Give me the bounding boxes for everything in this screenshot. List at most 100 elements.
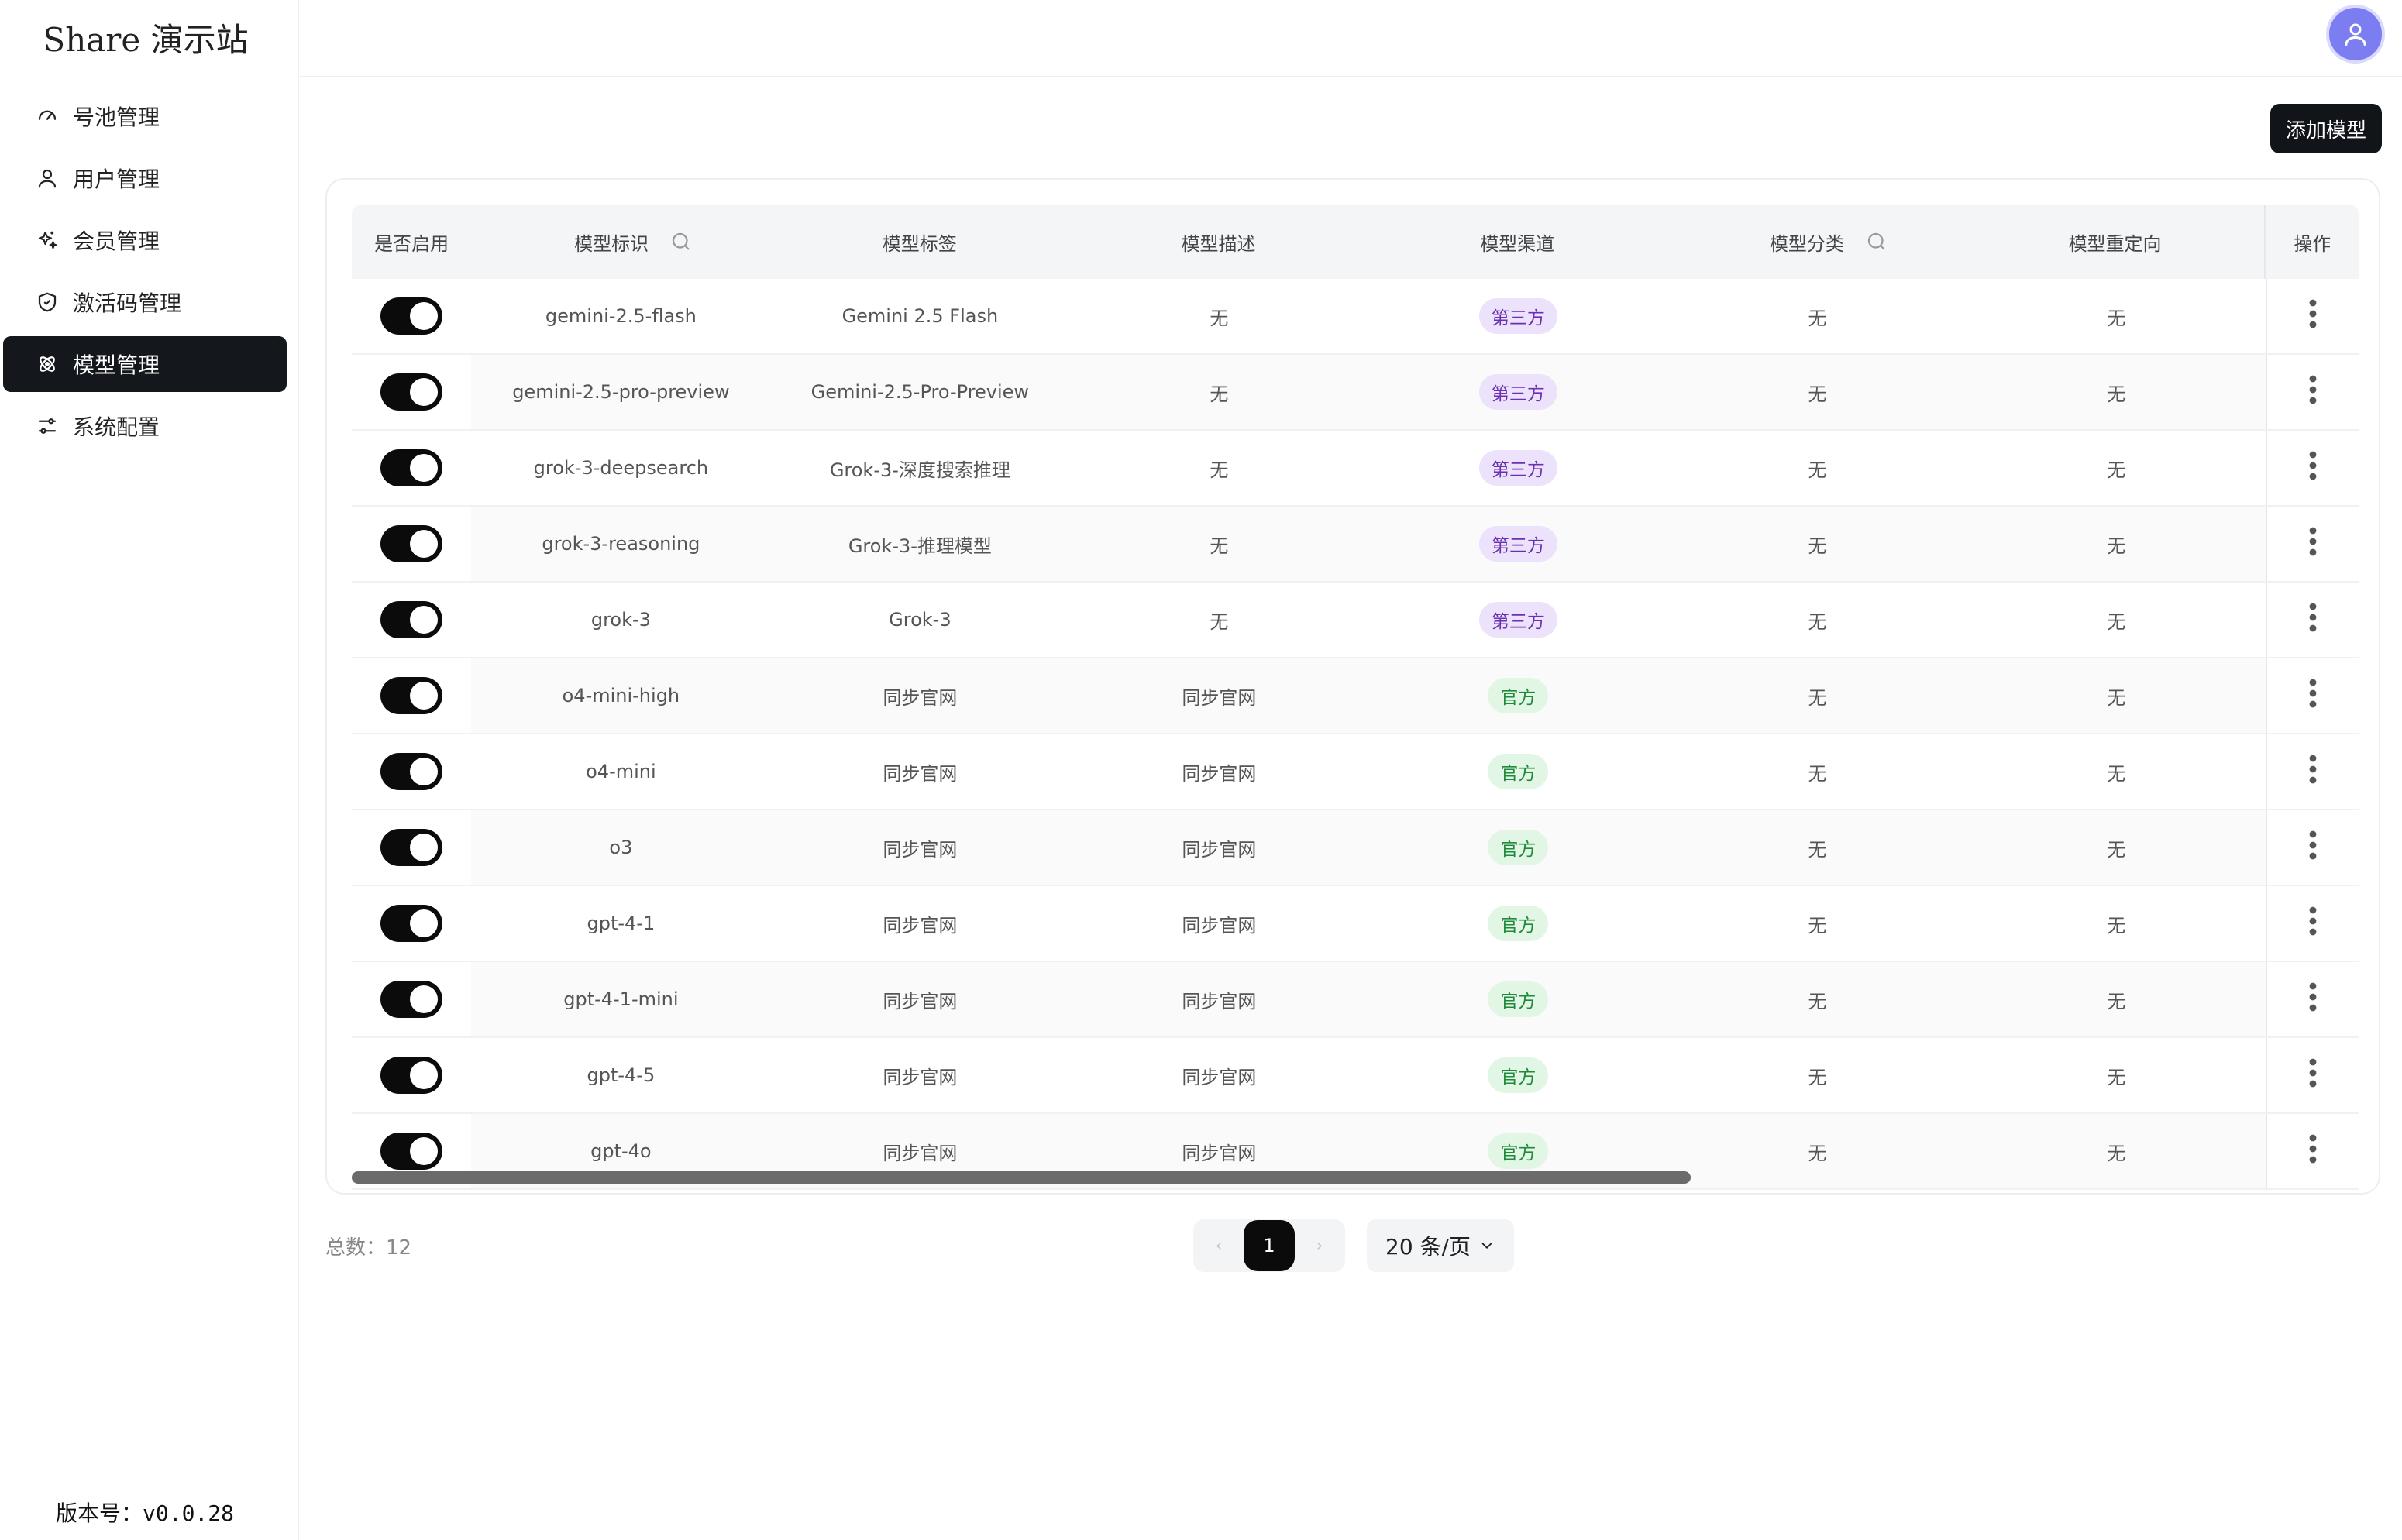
model-category-cell: 无 xyxy=(1808,1066,1827,1088)
enabled-toggle[interactable] xyxy=(380,753,443,790)
enabled-toggle[interactable] xyxy=(380,525,443,562)
sidebar-item-models[interactable]: 模型管理 xyxy=(3,336,287,392)
sidebar: Share 演示站 号池管理 用户管理 会员管理 激活码管理 模型管理 系统配置… xyxy=(0,0,299,1540)
enabled-cell xyxy=(352,431,471,505)
actions-cell xyxy=(2266,658,2359,733)
more-actions-icon[interactable] xyxy=(2308,1057,2318,1093)
model-category-cell: 无 xyxy=(1667,962,1967,1036)
more-actions-icon[interactable] xyxy=(2308,830,2318,865)
table-row: o3 同步官网 同步官网 官方 无 无 xyxy=(352,810,2359,886)
header-channel: 模型渠道 xyxy=(1480,232,1555,255)
next-page-icon[interactable]: › xyxy=(1308,1236,1331,1256)
enabled-toggle[interactable] xyxy=(380,829,443,866)
model-redirect-cell: 无 xyxy=(1967,658,2266,733)
search-icon[interactable] xyxy=(1865,230,1888,253)
table-row: o4-mini-high 同步官网 同步官网 官方 无 无 xyxy=(352,658,2359,734)
model-category-cell: 无 xyxy=(1808,610,1827,633)
model-category-cell: 无 xyxy=(1808,914,1827,937)
model-label-cell: 同步官网 xyxy=(770,658,1070,733)
table-row: grok-3-reasoning Grok-3-推理模型 无 第三方 无 无 xyxy=(352,507,2359,583)
enabled-cell xyxy=(352,355,471,429)
actions-cell xyxy=(2266,962,2359,1036)
model-id-cell: gpt-4-1 xyxy=(587,913,656,934)
enabled-toggle[interactable] xyxy=(380,981,443,1018)
enabled-cell xyxy=(352,810,471,885)
enabled-toggle[interactable] xyxy=(380,449,443,486)
model-id-cell: gemini-2.5-pro-preview xyxy=(471,355,771,429)
model-desc-cell: 同步官网 xyxy=(1182,914,1257,937)
more-actions-icon[interactable] xyxy=(2308,374,2318,410)
prev-page-icon[interactable]: ‹ xyxy=(1207,1236,1230,1256)
model-id-cell: grok-3-deepsearch xyxy=(533,457,709,479)
sidebar-item-system-config[interactable]: 系统配置 xyxy=(3,398,287,454)
model-desc-cell: 同步官网 xyxy=(1182,1066,1257,1088)
models-table-card: 是否启用 模型标识 模型标签 模型描述 模型渠道 模型分类 模型重定向 操作 g… xyxy=(325,178,2380,1195)
sidebar-item-members[interactable]: 会员管理 xyxy=(3,212,287,268)
sparkles-icon xyxy=(34,227,60,253)
more-actions-icon[interactable] xyxy=(2308,526,2318,562)
model-redirect-cell: 无 xyxy=(2107,914,2126,937)
page-size-select[interactable]: 20 条/页 xyxy=(1367,1219,1514,1272)
more-actions-icon[interactable] xyxy=(2308,754,2318,789)
sidebar-item-pool[interactable]: 号池管理 xyxy=(3,88,287,144)
model-desc-cell: 无 xyxy=(1069,507,1369,581)
model-channel-cell: 第三方 xyxy=(1368,583,1667,657)
channel-badge: 官方 xyxy=(1488,1133,1549,1169)
model-channel-cell: 官方 xyxy=(1368,810,1668,885)
more-actions-icon[interactable] xyxy=(2308,602,2318,638)
add-model-button[interactable]: 添加模型 xyxy=(2270,104,2382,153)
enabled-toggle[interactable] xyxy=(380,373,443,411)
scrollbar-thumb[interactable] xyxy=(352,1171,1691,1184)
enabled-toggle[interactable] xyxy=(380,601,443,638)
model-redirect-cell: 无 xyxy=(1967,507,2266,581)
app-title: Share 演示站 xyxy=(43,21,249,59)
atom-icon xyxy=(34,351,60,377)
more-actions-icon[interactable] xyxy=(2308,298,2318,334)
actions-cell xyxy=(2266,1038,2359,1112)
more-actions-icon[interactable] xyxy=(2308,678,2318,713)
header-actions: 操作 xyxy=(2264,205,2359,279)
channel-badge: 第三方 xyxy=(1478,526,1557,562)
page-button-current[interactable]: 1 xyxy=(1244,1220,1295,1271)
enabled-toggle[interactable] xyxy=(380,905,443,942)
channel-badge: 官方 xyxy=(1488,830,1549,865)
model-desc-cell: 同步官网 xyxy=(1069,658,1369,733)
header-id: 模型标识 xyxy=(471,229,770,256)
top-bar xyxy=(299,0,2402,77)
model-category-cell: 无 xyxy=(1667,658,1967,733)
sidebar-item-users[interactable]: 用户管理 xyxy=(3,150,287,206)
model-redirect-cell: 无 xyxy=(1967,962,2266,1036)
enabled-cell xyxy=(352,962,471,1036)
model-channel-cell: 官方 xyxy=(1368,1038,1667,1112)
chevron-down-icon xyxy=(1481,1243,1492,1250)
avatar[interactable] xyxy=(2326,5,2385,64)
gauge-icon xyxy=(34,103,60,129)
search-icon[interactable] xyxy=(669,230,693,253)
more-actions-icon[interactable] xyxy=(2308,1133,2318,1169)
pagination: ‹ 1 › xyxy=(1193,1219,1345,1272)
enabled-toggle[interactable] xyxy=(380,297,443,335)
model-channel-cell: 第三方 xyxy=(1368,279,1667,353)
more-actions-icon[interactable] xyxy=(2308,450,2318,486)
model-desc-cell: 无 xyxy=(1210,459,1229,481)
model-desc-cell: 无 xyxy=(1069,355,1369,429)
more-actions-icon[interactable] xyxy=(2308,981,2318,1017)
table-row: gpt-4-1 同步官网 同步官网 官方 无 无 xyxy=(352,886,2359,962)
model-channel-cell: 第三方 xyxy=(1368,431,1667,505)
enabled-toggle[interactable] xyxy=(380,1057,443,1094)
enabled-toggle[interactable] xyxy=(380,677,443,714)
channel-badge: 第三方 xyxy=(1478,298,1557,334)
models-table: 是否启用 模型标识 模型标签 模型描述 模型渠道 模型分类 模型重定向 操作 g… xyxy=(352,205,2359,1190)
actions-cell xyxy=(2266,810,2359,885)
enabled-toggle[interactable] xyxy=(380,1133,443,1170)
model-redirect-cell: 无 xyxy=(1967,355,2266,429)
model-channel-cell: 第三方 xyxy=(1368,355,1668,429)
sidebar-item-activation-codes[interactable]: 激活码管理 xyxy=(3,274,287,330)
horizontal-scrollbar[interactable] xyxy=(352,1171,2359,1185)
enabled-cell xyxy=(352,1038,471,1112)
table-row: grok-3 Grok-3 无 第三方 无 无 xyxy=(352,583,2359,658)
model-id-cell: gemini-2.5-flash xyxy=(545,305,697,327)
more-actions-icon[interactable] xyxy=(2308,906,2318,941)
total-count: 总数：12 xyxy=(325,1236,412,1260)
model-label-cell: Gemini-2.5-Pro-Preview xyxy=(770,355,1070,429)
